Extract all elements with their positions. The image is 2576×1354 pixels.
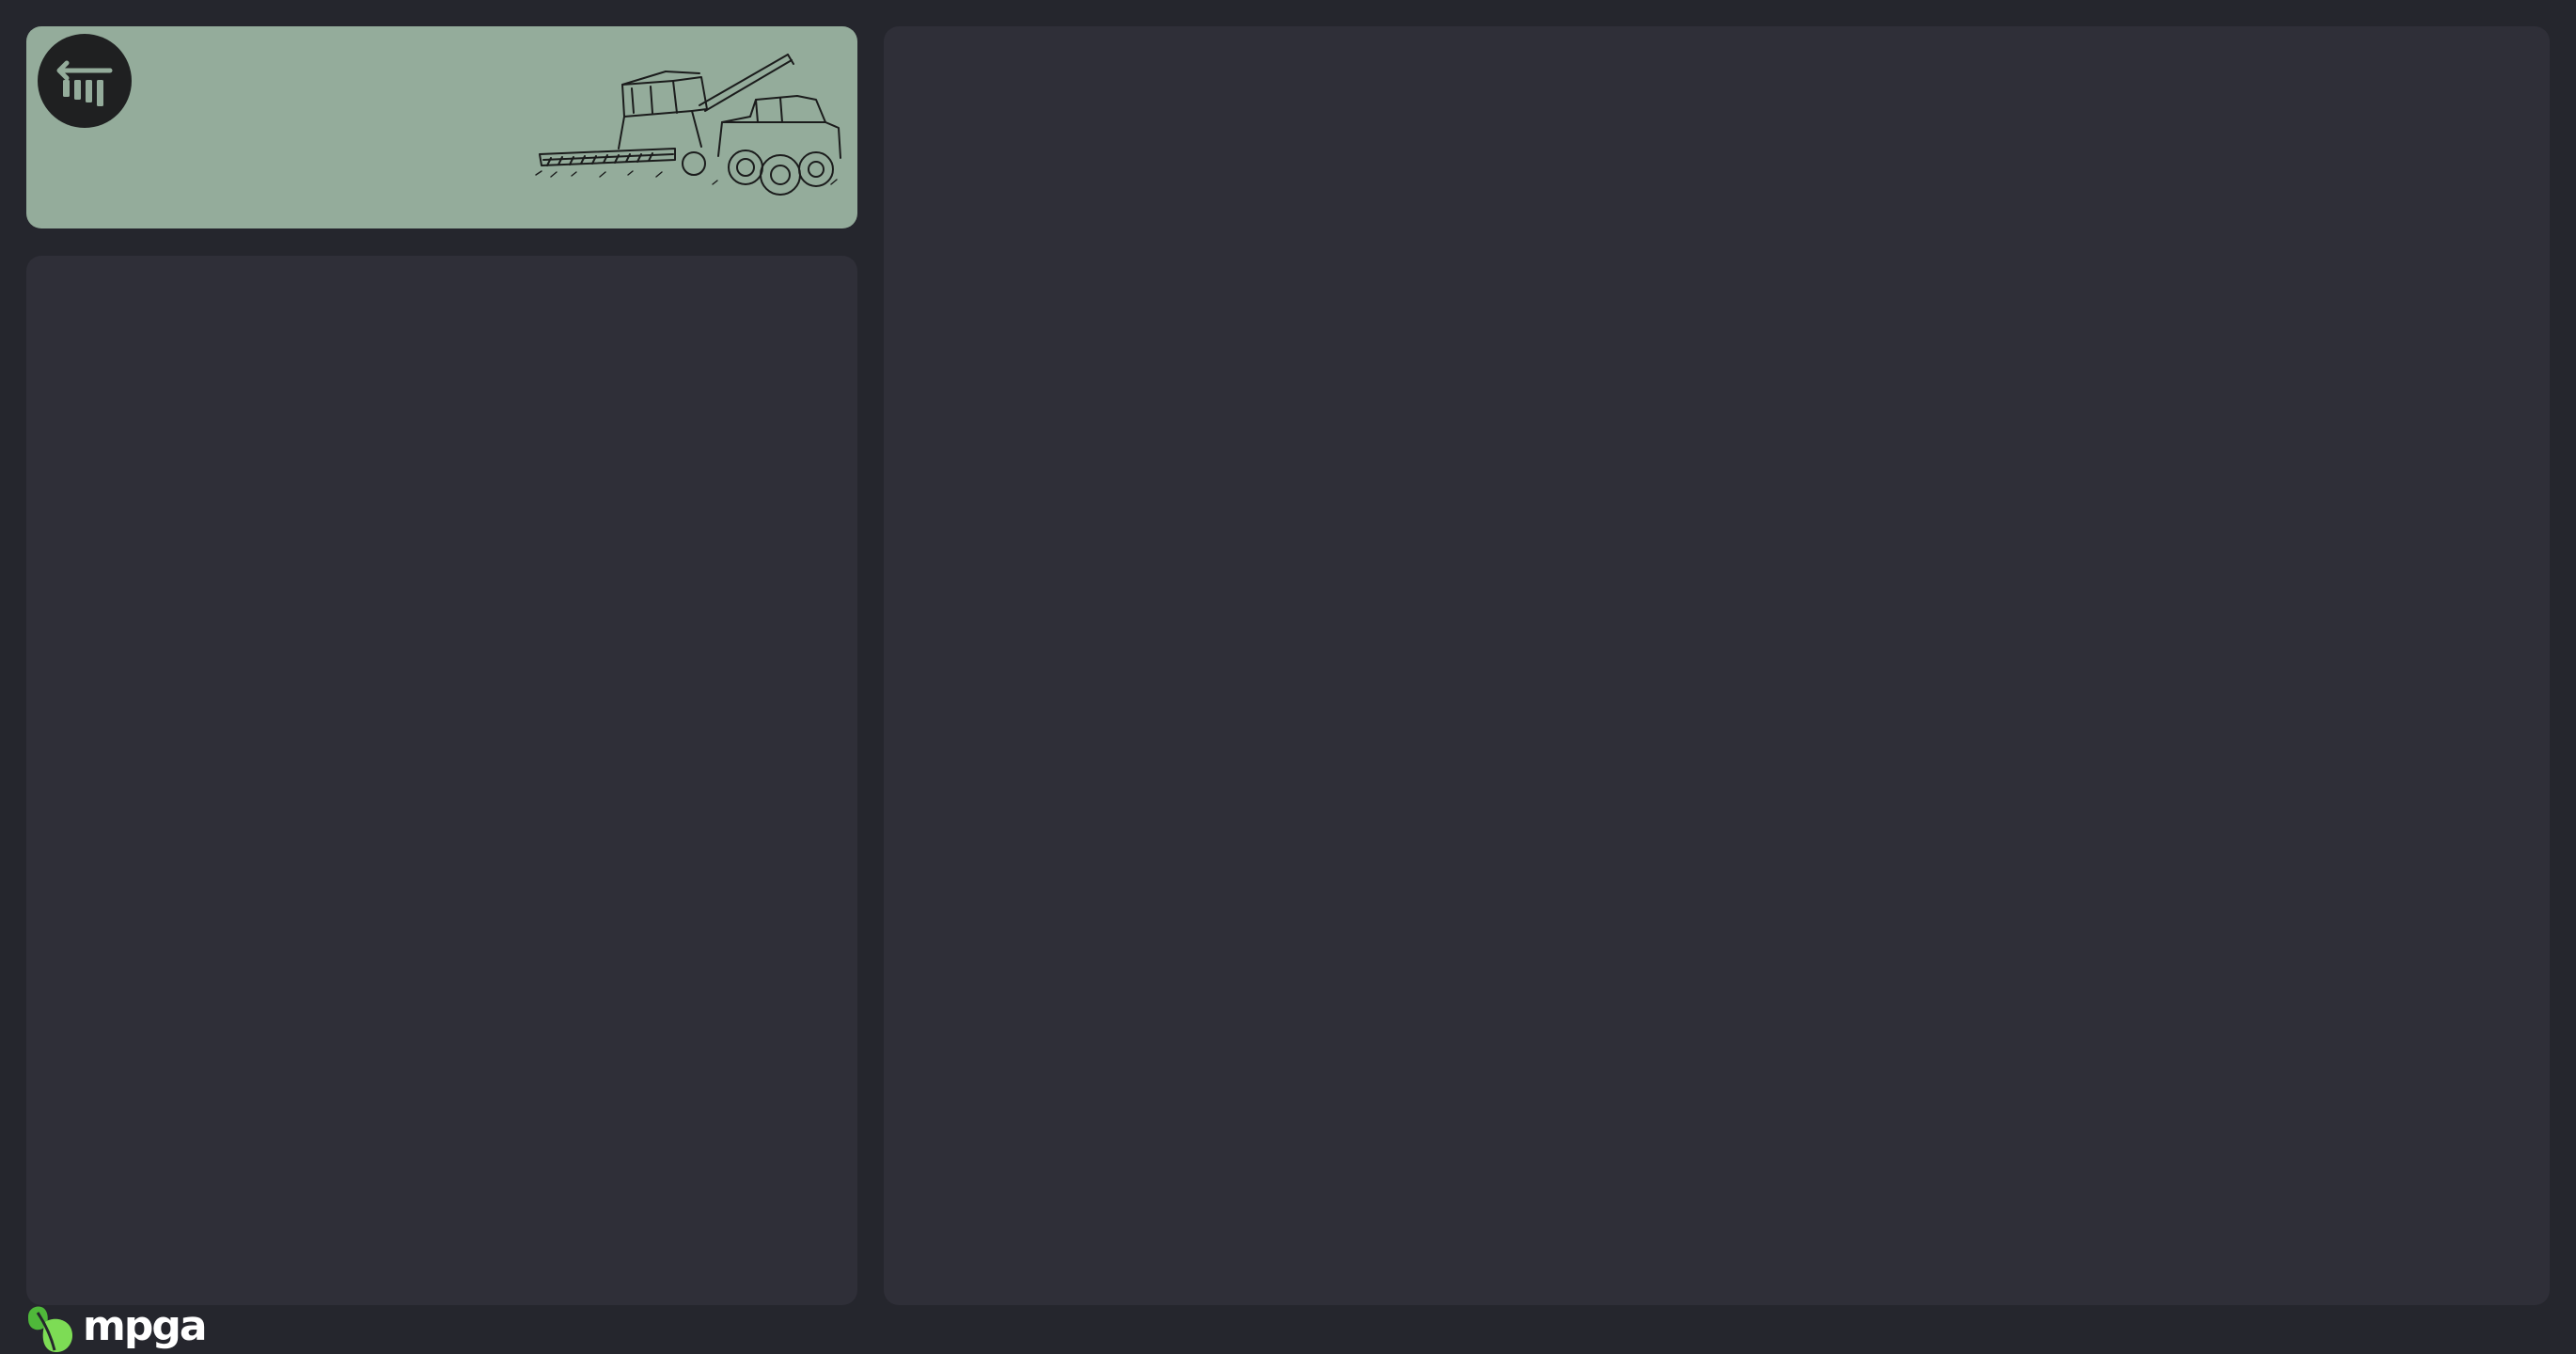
app-root: mpga [0, 0, 2576, 1354]
back-button[interactable] [38, 34, 132, 128]
leaf-logo-icon [28, 1306, 73, 1352]
header-card [26, 26, 857, 228]
main-panel [884, 26, 2550, 1305]
machinery-illustration [535, 54, 841, 196]
side-panel [26, 256, 857, 1305]
brand-logo: mpga [24, 1302, 208, 1354]
back-arrow-stats-icon [56, 60, 113, 106]
brand-name: mpga [83, 1302, 208, 1350]
